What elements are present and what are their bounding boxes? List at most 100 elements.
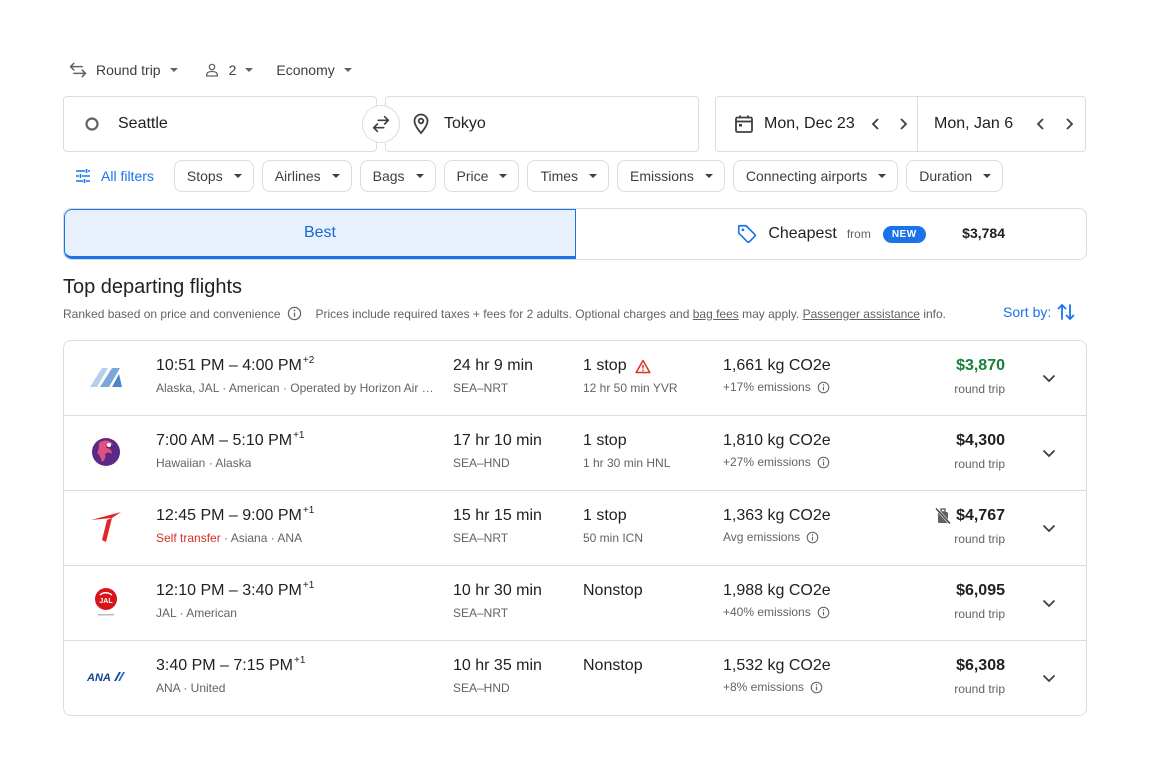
price-value: $6,308 <box>956 657 1005 674</box>
airlines-text: JAL · American <box>156 606 237 620</box>
day-offset: +1 <box>302 505 315 516</box>
expand-chevron-icon[interactable] <box>1036 515 1062 541</box>
return-next-day-button[interactable] <box>1055 110 1083 138</box>
flight-row[interactable]: JAL 12:10 PM – 3:40 PM+1 JAL · American … <box>64 566 1086 641</box>
filter-times[interactable]: Times <box>527 160 610 192</box>
info-icon[interactable] <box>810 681 823 694</box>
arrival-time: 7:15 PM <box>233 657 293 674</box>
price-value: $6,095 <box>956 582 1005 599</box>
price-type: round trip <box>954 532 1005 546</box>
filter-times-label: Times <box>540 168 579 184</box>
tab-best-label: Best <box>303 224 336 241</box>
tab-cheapest-label: Cheapest <box>768 225 837 242</box>
filter-emissions[interactable]: Emissions <box>617 160 725 192</box>
emissions-detail: +8% emissions <box>723 680 823 694</box>
flight-times: 10:51 PM – 4:00 PM+2 <box>156 355 315 374</box>
tab-cheapest[interactable]: Cheapest from $3,784 NEW <box>576 209 1086 259</box>
hawaiian-logo <box>84 432 128 472</box>
expand-chevron-icon[interactable] <box>1036 365 1062 391</box>
info-icon[interactable] <box>817 381 830 394</box>
all-filters-button[interactable]: All filters <box>63 160 166 192</box>
price-tag-icon <box>736 223 758 245</box>
stop-detail: 50 min ICN <box>583 531 644 545</box>
emissions-value: 1,532 kg CO2e <box>723 657 831 674</box>
flight-duration: 15 hr 15 min <box>453 507 542 524</box>
cabin-class-select[interactable]: Economy <box>268 62 352 78</box>
alaska-logo <box>84 357 128 397</box>
ana-logo: ANA <box>84 657 128 697</box>
departure-time: 3:40 PM <box>156 657 216 674</box>
sort-by-button[interactable]: Sort by: <box>1003 302 1075 322</box>
filter-bags[interactable]: Bags <box>359 160 436 192</box>
price-type: round trip <box>954 457 1005 471</box>
warning-triangle-icon <box>635 359 651 374</box>
flight-row[interactable]: 12:45 PM – 9:00 PM+1 Self transfer · Asi… <box>64 491 1086 566</box>
stops-info: Nonstop <box>583 582 643 600</box>
stops-label: Nonstop <box>583 582 643 599</box>
expand-chevron-icon[interactable] <box>1036 665 1062 691</box>
return-prev-day-button[interactable] <box>1027 110 1055 138</box>
emissions-value: 1,363 kg CO2e <box>723 507 831 524</box>
dropdown-arrow-icon <box>982 171 992 181</box>
flight-row[interactable]: 7:00 AM – 5:10 PM+1 Hawaiian · Alaska 17… <box>64 416 1086 491</box>
price-value: $3,870 <box>956 357 1005 374</box>
ranked-note: Ranked based on price and convenience <box>63 306 281 321</box>
info-icon[interactable] <box>817 456 830 469</box>
dropdown-arrow-icon <box>498 171 508 181</box>
stops-label: 1 stop <box>583 357 627 374</box>
self-transfer-label: Self transfer <box>156 531 221 545</box>
emissions-detail: +27% emissions <box>723 455 830 469</box>
price-type: round trip <box>954 682 1005 696</box>
sort-tabs: Best Cheapest from $3,784 NEW <box>63 208 1087 260</box>
dropdown-arrow-icon <box>233 171 243 181</box>
stops-info: 1 stop <box>583 507 627 525</box>
info-icon[interactable] <box>817 606 830 619</box>
flight-duration: 10 hr 35 min <box>453 657 542 674</box>
return-date-field[interactable]: Mon, Jan 6 <box>918 97 1085 151</box>
flight-duration: 24 hr 9 min <box>453 357 534 374</box>
flight-row[interactable]: ANA 3:40 PM – 7:15 PM+1 ANA · United 10 … <box>64 641 1086 716</box>
tab-best[interactable]: Best <box>64 209 576 259</box>
arrival-time: 4:00 PM <box>242 357 302 374</box>
info-icon[interactable] <box>287 306 302 321</box>
departure-time: 7:00 AM <box>156 432 215 449</box>
stop-detail: 12 hr 50 min YVR <box>583 381 678 395</box>
tab-cheapest-from: from <box>846 227 871 241</box>
emissions-detail: Avg emissions <box>723 530 819 544</box>
price-value: $4,767 <box>956 507 1005 524</box>
filter-sliders-icon <box>75 168 91 184</box>
passengers-select[interactable]: 2 <box>203 61 255 79</box>
passenger-assistance-link[interactable]: Passenger assistance <box>803 307 920 321</box>
stops-info: 1 stop <box>583 357 651 375</box>
filter-stops[interactable]: Stops <box>173 160 254 192</box>
day-offset: +1 <box>302 580 315 591</box>
info-icon[interactable] <box>806 531 819 544</box>
swap-origin-destination-button[interactable] <box>362 105 400 143</box>
filter-airlines[interactable]: Airlines <box>261 160 352 192</box>
flight-price: $4,300 <box>956 432 1005 450</box>
flight-price: $6,308 <box>956 657 1005 675</box>
swap-icon <box>370 113 392 135</box>
section-title: Top departing flights <box>63 276 243 298</box>
departure-next-day-button[interactable] <box>890 110 917 138</box>
filter-price[interactable]: Price <box>443 160 520 192</box>
flight-row[interactable]: 10:51 PM – 4:00 PM+2 Alaska, JAL · Ameri… <box>64 341 1086 416</box>
departure-date-field[interactable]: Mon, Dec 23 <box>716 97 918 151</box>
filter-duration[interactable]: Duration <box>906 160 1004 192</box>
origin-field[interactable]: Seattle <box>63 96 377 152</box>
origin-value: Seattle <box>118 115 168 132</box>
flight-route: SEA–NRT <box>453 531 509 545</box>
all-filters-label: All filters <box>101 168 154 184</box>
trip-type-select[interactable]: Round trip <box>68 60 179 80</box>
new-badge: NEW <box>882 225 926 243</box>
departure-prev-day-button[interactable] <box>863 110 890 138</box>
bag-fees-link[interactable]: bag fees <box>693 307 739 321</box>
destination-field[interactable]: Tokyo <box>385 96 699 152</box>
expand-chevron-icon[interactable] <box>1036 590 1062 616</box>
dropdown-arrow-icon <box>877 171 887 181</box>
cabin-class-label: Economy <box>276 62 335 78</box>
flight-times: 12:10 PM – 3:40 PM+1 <box>156 580 315 599</box>
filter-connecting-airports[interactable]: Connecting airports <box>732 160 899 192</box>
destination-value: Tokyo <box>444 115 486 132</box>
expand-chevron-icon[interactable] <box>1036 440 1062 466</box>
